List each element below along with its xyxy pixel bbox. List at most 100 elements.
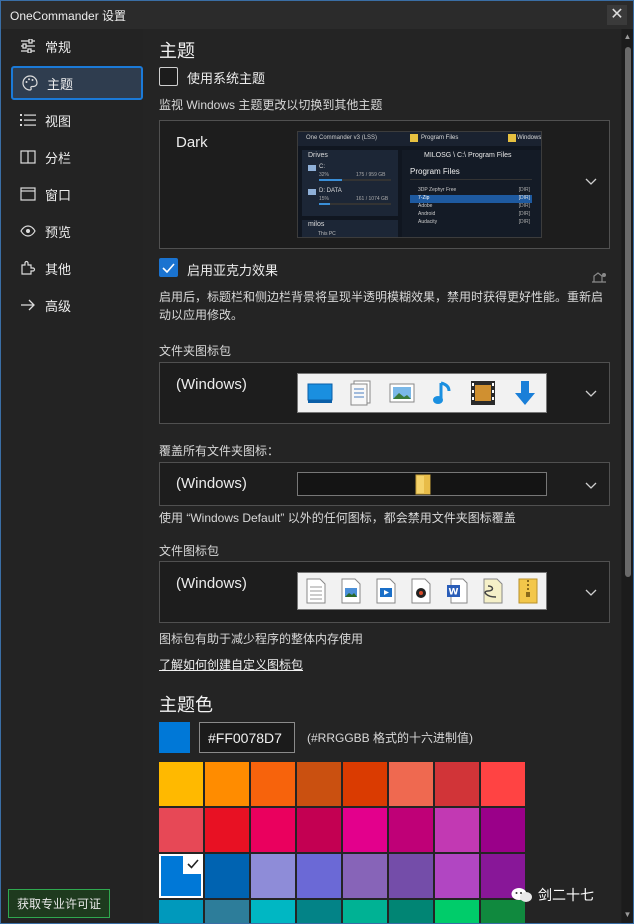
hex-color-input[interactable]: #FF0078D7 [199, 722, 295, 753]
checkmark-icon [162, 262, 175, 273]
file-icon-pack-select[interactable]: (Windows) W [159, 561, 610, 623]
color-swatch[interactable] [297, 900, 341, 923]
script-file-icon [483, 578, 503, 604]
color-swatch[interactable] [343, 808, 387, 852]
settings-window: OneCommander 设置 ✕ 常规 主题 视图 分栏 窗口 预览 其他 高… [0, 0, 634, 924]
override-folder-icon-select[interactable]: (Windows) [159, 462, 610, 506]
video-file-icon [376, 578, 396, 604]
preview-drive-d-pct: 15% [319, 196, 330, 202]
preview-row-selected: 7-Zip [DIR] [410, 195, 532, 203]
color-swatch[interactable] [251, 808, 295, 852]
custom-icon-pack-link[interactable]: 了解如何创建自定义图标包 [159, 656, 303, 673]
page-title: 主题 [159, 41, 195, 61]
sidebar-item-other[interactable]: 其他 [11, 251, 143, 285]
folder-icon-pack-label: 文件夹图标包 [159, 344, 232, 358]
preview-row: Audacity [DIR] [418, 219, 530, 225]
color-swatch[interactable] [435, 762, 479, 806]
color-swatch[interactable] [389, 900, 433, 923]
theme-preview: One Commander v3 (LSS) Program Files Win… [297, 131, 542, 238]
current-color-preview [159, 722, 190, 753]
eye-icon [19, 222, 37, 240]
chevron-down-icon [585, 175, 597, 189]
file-icon-pack-value: (Windows) [176, 575, 247, 592]
theme-select[interactable]: Dark One Commander v3 (LSS) Program File… [159, 120, 610, 249]
color-swatch[interactable] [389, 762, 433, 806]
preview-drive-c-size: 175 / 959 GB [356, 172, 386, 178]
hex-format-hint: (#RRGGBB 格式的十六进制值) [307, 731, 474, 745]
close-button[interactable]: ✕ [607, 5, 627, 25]
color-swatch[interactable] [251, 900, 295, 923]
watermark: 剑二十七 [511, 885, 594, 905]
text-file-icon [306, 578, 326, 604]
sidebar-item-label: 视图 [45, 113, 72, 129]
drive-icon [308, 189, 316, 195]
sliders-icon [19, 37, 37, 55]
acrylic-label: 启用亚克力效果 [187, 263, 279, 278]
sidebar-item-view[interactable]: 视图 [11, 103, 143, 137]
word-file-icon: W [447, 578, 468, 604]
sidebar-item-general[interactable]: 常规 [11, 29, 143, 63]
sidebar-item-label: 常规 [45, 39, 72, 55]
sidebar-item-columns[interactable]: 分栏 [11, 140, 143, 174]
color-swatch[interactable] [159, 808, 203, 852]
scroll-up-icon[interactable]: ▲ [622, 31, 633, 43]
color-swatch[interactable] [343, 762, 387, 806]
preview-drive-d: D: DATA [319, 188, 342, 194]
color-swatch[interactable] [297, 854, 341, 898]
chevron-down-icon [585, 479, 597, 493]
color-swatch[interactable] [159, 854, 203, 898]
get-pro-license-button[interactable]: 获取专业许可证 [8, 889, 110, 918]
acrylic-checkbox[interactable] [159, 258, 178, 277]
swatch-check-icon [183, 854, 203, 874]
color-swatch[interactable] [435, 900, 479, 923]
color-swatch[interactable] [297, 808, 341, 852]
preview-drive-c-pct: 32% [319, 172, 330, 178]
color-swatch[interactable] [205, 854, 249, 898]
svg-text:W: W [449, 588, 459, 598]
scroll-thumb[interactable] [625, 47, 631, 577]
videos-icon [470, 381, 495, 405]
color-swatch[interactable] [343, 900, 387, 923]
color-swatch[interactable] [297, 762, 341, 806]
preview-folder-title: Program Files [410, 167, 460, 176]
preview-path: MILOSG \ C:\ Program Files [424, 152, 512, 159]
color-swatch[interactable] [481, 808, 525, 852]
preview-drives-label: Drives [308, 152, 328, 159]
chevron-down-icon [585, 387, 597, 401]
color-swatch[interactable] [159, 762, 203, 806]
pictures-icon [389, 383, 415, 403]
vertical-scrollbar[interactable]: ▲ ▼ [622, 29, 633, 923]
color-swatch[interactable] [435, 854, 479, 898]
color-swatch[interactable] [481, 762, 525, 806]
color-swatch[interactable] [343, 854, 387, 898]
watermark-text: 剑二十七 [538, 887, 594, 903]
color-swatch[interactable] [251, 854, 295, 898]
color-swatch[interactable] [205, 762, 249, 806]
override-label: 覆盖所有文件夹图标： [159, 444, 280, 458]
theme-color-heading: 主题色 [159, 695, 213, 715]
color-swatch[interactable] [251, 762, 295, 806]
sidebar-item-theme[interactable]: 主题 [11, 66, 143, 100]
sidebar-item-preview[interactable]: 预览 [11, 214, 143, 248]
preview-row: Android [DIR] [418, 211, 530, 217]
color-swatch[interactable] [205, 808, 249, 852]
sidebar-item-label: 预览 [45, 224, 72, 240]
use-system-theme-checkbox[interactable] [159, 67, 178, 86]
color-swatch[interactable] [389, 854, 433, 898]
wechat-icon [511, 888, 532, 902]
sidebar-item-window[interactable]: 窗口 [11, 177, 143, 211]
preview-this-pc: This PC [318, 231, 336, 237]
sidebar: 常规 主题 视图 分栏 窗口 预览 其他 高级 [1, 29, 143, 923]
color-swatch[interactable] [205, 900, 249, 923]
sidebar-item-advanced[interactable]: 高级 [11, 288, 143, 322]
scroll-down-icon[interactable]: ▼ [622, 909, 633, 921]
color-swatch[interactable] [435, 808, 479, 852]
sidebar-item-label: 分栏 [45, 150, 72, 166]
drive-icon [308, 165, 316, 171]
color-swatch[interactable] [389, 808, 433, 852]
color-swatch[interactable] [159, 900, 203, 923]
folder-icon-pack-select[interactable]: (Windows) [159, 362, 610, 424]
acrylic-desc-line-1: 启用后，标题栏和侧边栏背景将呈现半透明模糊效果，禁用时获得更好性能。重新启 [159, 290, 604, 304]
preview-tab-1: Program Files [421, 135, 459, 141]
preview-user: milos [308, 221, 325, 228]
